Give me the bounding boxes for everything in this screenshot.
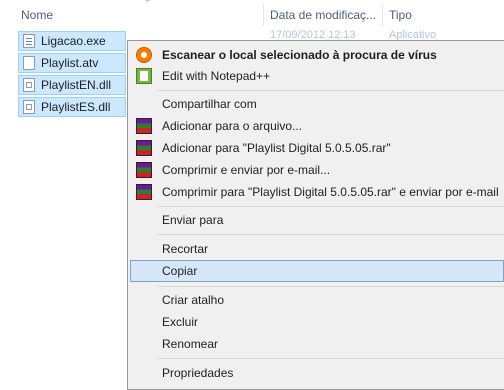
menu-separator — [158, 286, 504, 287]
dll-file-icon — [23, 78, 35, 92]
column-divider[interactable] — [263, 4, 264, 26]
menu-item-compress-rar-email[interactable]: Comprimir para "Playlist Digital 5.0.5.0… — [130, 181, 504, 203]
antivirus-icon — [136, 47, 152, 63]
menu-item-label: Compartilhar com — [162, 97, 257, 111]
menu-item-label: Enviar para — [162, 213, 224, 227]
menu-item-label: Adicionar para "Playlist Digital 5.0.5.0… — [162, 141, 391, 155]
notepad-icon — [136, 68, 152, 84]
menu-item-scan-virus[interactable]: Escanear o local selecionado à procura d… — [130, 44, 504, 66]
menu-item-compress-email[interactable]: Comprimir e enviar por e-mail... — [130, 159, 504, 181]
menu-item-label: Edit with Notepad++ — [162, 69, 271, 83]
file-name: Ligacao.exe — [41, 34, 106, 48]
context-menu: Escanear o local selecionado à procura d… — [127, 40, 504, 390]
menu-item-properties[interactable]: Propriedades — [130, 362, 504, 384]
menu-item-send-to[interactable]: Enviar para — [130, 209, 504, 231]
menu-item-notepad[interactable]: Edit with Notepad++ — [130, 65, 504, 87]
menu-item-label: Escanear o local selecionado à procura d… — [162, 48, 437, 62]
menu-item-copy[interactable]: Copiar — [130, 260, 504, 282]
menu-separator — [158, 234, 504, 235]
menu-item-label: Comprimir e enviar por e-mail... — [162, 163, 331, 177]
menu-item-add-archive[interactable]: Adicionar para o arquivo... — [130, 115, 504, 137]
menu-item-label: Criar atalho — [162, 293, 225, 307]
menu-item-label: Renomear — [162, 337, 219, 351]
menu-separator — [158, 90, 504, 91]
column-header-type[interactable]: Tipo — [389, 8, 412, 22]
menu-item-delete[interactable]: Excluir — [130, 311, 504, 333]
winrar-icon — [136, 140, 152, 156]
menu-item-label: Copiar — [162, 264, 198, 278]
menu-item-cut[interactable]: Recortar — [130, 238, 504, 260]
menu-item-create-shortcut[interactable]: Criar atalho — [130, 289, 504, 311]
file-name: PlaylistES.dll — [41, 100, 111, 114]
menu-item-share[interactable]: Compartilhar com — [130, 93, 504, 115]
winrar-icon — [136, 184, 152, 200]
generic-file-icon — [23, 56, 35, 70]
file-name: Playlist.atv — [41, 56, 99, 70]
column-header-name[interactable]: Nome — [21, 8, 53, 22]
menu-item-add-rar[interactable]: Adicionar para "Playlist Digital 5.0.5.0… — [130, 137, 504, 159]
menu-item-label: Comprimir para "Playlist Digital 5.0.5.0… — [162, 185, 499, 199]
column-divider[interactable] — [382, 4, 383, 26]
winrar-icon — [136, 162, 152, 178]
column-header-date[interactable]: Data de modificaç... — [270, 8, 376, 22]
exe-file-icon — [23, 34, 35, 48]
winrar-icon — [136, 118, 152, 134]
menu-item-rename[interactable]: Renomear — [130, 333, 504, 355]
menu-item-label: Recortar — [162, 242, 209, 256]
menu-separator — [158, 206, 504, 207]
menu-separator — [158, 358, 504, 359]
dll-file-icon — [23, 100, 35, 114]
menu-item-label: Propriedades — [162, 366, 234, 380]
file-name: PlaylistEN.dll — [41, 78, 112, 92]
menu-item-label: Excluir — [162, 315, 199, 329]
menu-item-label: Adicionar para o arquivo... — [162, 119, 303, 133]
file-list-header: ⌃ Nome Data de modificaç... Tipo — [0, 0, 504, 30]
sort-arrow-icon: ⌃ — [144, 0, 152, 8]
